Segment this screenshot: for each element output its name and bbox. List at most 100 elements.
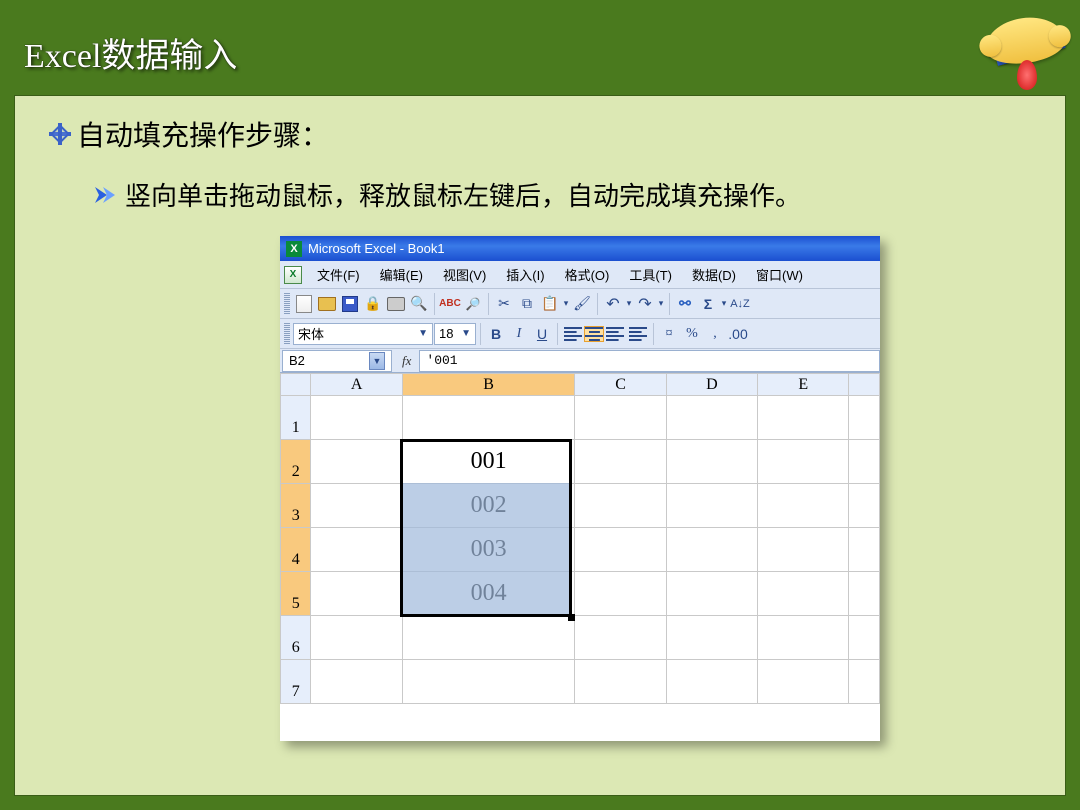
toolbar-handle[interactable] bbox=[284, 293, 290, 315]
percent-button[interactable]: % bbox=[681, 323, 703, 345]
cell[interactable] bbox=[666, 396, 757, 440]
name-box[interactable]: B2 ▼ bbox=[282, 350, 392, 372]
row-header-7[interactable]: 7 bbox=[281, 660, 311, 704]
cell[interactable] bbox=[575, 528, 666, 572]
toolbar-handle[interactable] bbox=[284, 323, 290, 345]
cell[interactable] bbox=[666, 528, 757, 572]
cell[interactable] bbox=[758, 396, 849, 440]
cell-B5[interactable]: 004 bbox=[402, 572, 575, 616]
save-button[interactable] bbox=[339, 293, 361, 315]
increase-decimal-button[interactable]: .00 bbox=[727, 323, 749, 345]
select-all-corner[interactable] bbox=[281, 374, 311, 396]
font-size-combo[interactable]: 18 ▼ bbox=[434, 323, 476, 345]
print-preview-button[interactable]: 🔍 bbox=[408, 293, 430, 315]
menu-window[interactable]: 窗口(W) bbox=[747, 263, 812, 286]
col-header-C[interactable]: C bbox=[575, 374, 666, 396]
cell[interactable] bbox=[849, 396, 880, 440]
cell[interactable] bbox=[311, 528, 402, 572]
cell[interactable] bbox=[575, 616, 666, 660]
cell[interactable] bbox=[849, 440, 880, 484]
permission-button[interactable]: 🔒 bbox=[362, 293, 384, 315]
align-right-button[interactable] bbox=[604, 323, 626, 345]
autosum-button[interactable]: Σ bbox=[697, 293, 719, 315]
redo-button[interactable]: ↷ bbox=[634, 293, 656, 315]
cell-B4[interactable]: 003 bbox=[402, 528, 575, 572]
cell[interactable] bbox=[311, 484, 402, 528]
open-button[interactable] bbox=[316, 293, 338, 315]
row-header-3[interactable]: 3 bbox=[281, 484, 311, 528]
row-header-2[interactable]: 2 bbox=[281, 440, 311, 484]
spellcheck-button[interactable]: ABC bbox=[439, 293, 461, 315]
row-header-5[interactable]: 5 bbox=[281, 572, 311, 616]
cell[interactable] bbox=[311, 572, 402, 616]
italic-button[interactable]: I bbox=[508, 323, 530, 345]
font-name-combo[interactable]: 宋体 ▼ bbox=[293, 323, 433, 345]
currency-button[interactable]: ¤ bbox=[658, 323, 680, 345]
cell[interactable] bbox=[849, 484, 880, 528]
cell[interactable] bbox=[849, 572, 880, 616]
menu-data[interactable]: 数据(D) bbox=[683, 263, 745, 286]
research-button[interactable]: 🔎 bbox=[462, 293, 484, 315]
cell[interactable] bbox=[575, 660, 666, 704]
underline-button[interactable]: U bbox=[531, 323, 553, 345]
comma-style-button[interactable]: , bbox=[704, 323, 726, 345]
cell[interactable] bbox=[402, 616, 575, 660]
undo-button[interactable]: ↶ bbox=[602, 293, 624, 315]
menu-file[interactable]: 文件(F) bbox=[308, 263, 369, 286]
copy-button[interactable]: ⧉ bbox=[516, 293, 538, 315]
cell[interactable] bbox=[575, 396, 666, 440]
worksheet[interactable]: A B C D E 1 2 bbox=[280, 373, 880, 741]
cell[interactable] bbox=[758, 572, 849, 616]
titlebar[interactable]: Microsoft Excel - Book1 bbox=[280, 236, 880, 261]
cell[interactable] bbox=[849, 660, 880, 704]
menu-tools[interactable]: 工具(T) bbox=[620, 263, 681, 286]
col-header-D[interactable]: D bbox=[666, 374, 757, 396]
cell[interactable] bbox=[666, 616, 757, 660]
cell-B2[interactable]: 001 bbox=[402, 440, 575, 484]
row-header-6[interactable]: 6 bbox=[281, 616, 311, 660]
cell[interactable] bbox=[402, 396, 575, 440]
cell[interactable] bbox=[311, 440, 402, 484]
cell-B3[interactable]: 002 bbox=[402, 484, 575, 528]
cell[interactable] bbox=[666, 660, 757, 704]
cell[interactable] bbox=[758, 484, 849, 528]
hyperlink-button[interactable]: ⚯ bbox=[674, 293, 696, 315]
cell[interactable] bbox=[402, 660, 575, 704]
cell[interactable] bbox=[666, 572, 757, 616]
col-header-extra[interactable] bbox=[849, 374, 880, 396]
cell[interactable] bbox=[311, 616, 402, 660]
row-header-4[interactable]: 4 bbox=[281, 528, 311, 572]
cell[interactable] bbox=[758, 660, 849, 704]
cell[interactable] bbox=[758, 440, 849, 484]
cut-button[interactable]: ✂ bbox=[493, 293, 515, 315]
row-header-1[interactable]: 1 bbox=[281, 396, 311, 440]
cell[interactable] bbox=[575, 572, 666, 616]
formula-input[interactable]: '001 bbox=[419, 350, 880, 372]
workbook-icon[interactable] bbox=[284, 266, 302, 284]
fx-icon[interactable]: fx bbox=[394, 353, 419, 369]
autosum-dropdown[interactable] bbox=[720, 298, 728, 309]
menu-edit[interactable]: 编辑(E) bbox=[371, 263, 432, 286]
cell[interactable] bbox=[666, 440, 757, 484]
cell[interactable] bbox=[849, 528, 880, 572]
cell[interactable] bbox=[849, 616, 880, 660]
col-header-B[interactable]: B bbox=[402, 374, 575, 396]
cell[interactable] bbox=[575, 440, 666, 484]
align-left-button[interactable] bbox=[562, 323, 584, 345]
chevron-down-icon[interactable]: ▼ bbox=[369, 352, 385, 370]
col-header-E[interactable]: E bbox=[758, 374, 849, 396]
redo-dropdown[interactable] bbox=[657, 298, 665, 309]
format-painter-button[interactable]: 🖌 bbox=[571, 293, 593, 315]
cell[interactable] bbox=[311, 660, 402, 704]
print-button[interactable] bbox=[385, 293, 407, 315]
sort-button[interactable]: A↓Z bbox=[729, 293, 751, 315]
paste-dropdown[interactable] bbox=[562, 298, 570, 309]
col-header-A[interactable]: A bbox=[311, 374, 402, 396]
menu-view[interactable]: 视图(V) bbox=[434, 263, 495, 286]
menu-insert[interactable]: 插入(I) bbox=[497, 263, 553, 286]
align-center-button[interactable] bbox=[585, 327, 603, 341]
cell[interactable] bbox=[575, 484, 666, 528]
paste-button[interactable]: 📋 bbox=[539, 293, 561, 315]
cell[interactable] bbox=[311, 396, 402, 440]
cell[interactable] bbox=[666, 484, 757, 528]
